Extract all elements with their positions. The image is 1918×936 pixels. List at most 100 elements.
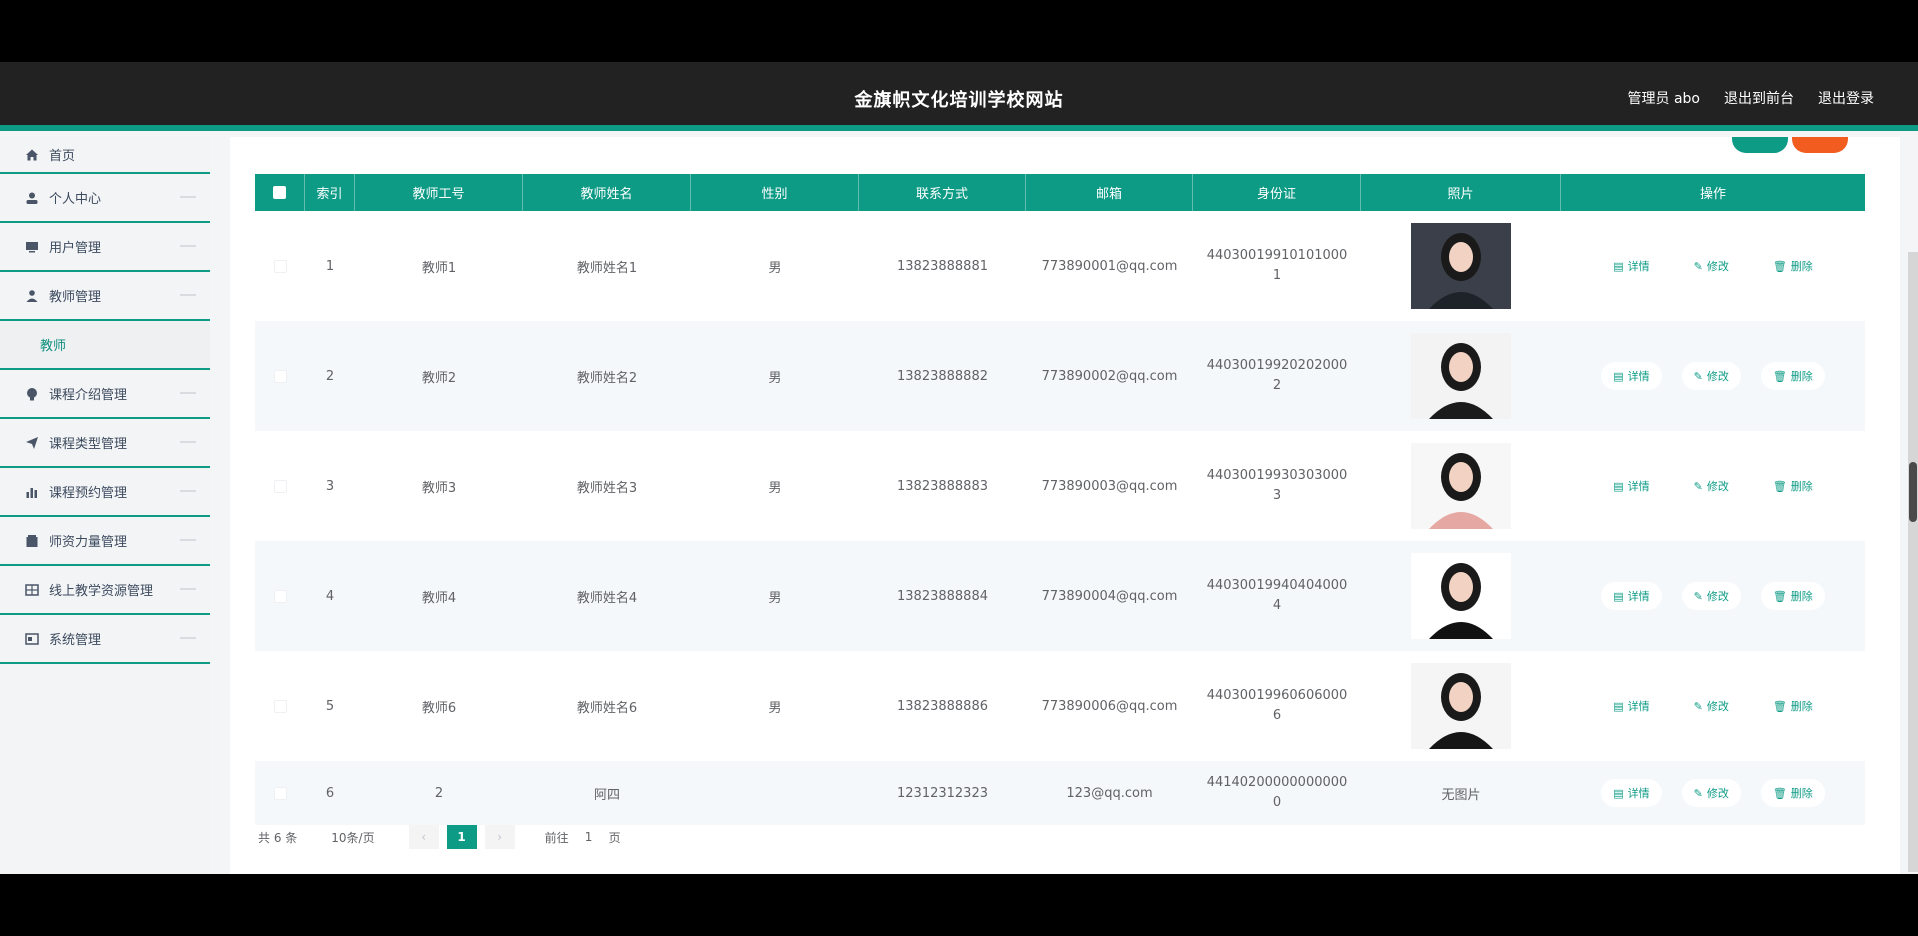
cell-photo bbox=[1361, 211, 1561, 321]
logout-link[interactable]: 退出登录 bbox=[1818, 88, 1874, 108]
sidebar-item-course-booking[interactable]: 课程预约管理 bbox=[0, 468, 210, 517]
header-index: 索引 bbox=[305, 174, 355, 211]
pager-current-page[interactable]: 1 bbox=[446, 825, 477, 849]
admin-label[interactable]: 管理员 abo bbox=[1628, 88, 1700, 108]
row-select[interactable] bbox=[255, 761, 305, 825]
checkbox[interactable] bbox=[273, 259, 287, 273]
delete-label: 删除 bbox=[1790, 260, 1813, 273]
scrollbar-thumb[interactable] bbox=[1909, 462, 1917, 522]
row-select[interactable] bbox=[255, 541, 305, 651]
sidebar-item-faculty[interactable]: 师资力量管理 bbox=[0, 517, 210, 566]
table-row: 5 教师6 教师姓名6 男 13823888886 773890006@qq.com 440… bbox=[255, 651, 1865, 761]
table-body: 1 教师1 教师姓名1 男 13823888881 773890001@qq.com 440… bbox=[255, 211, 1865, 825]
edit-button[interactable]: ✎ 修改 bbox=[1681, 582, 1741, 610]
checkbox[interactable] bbox=[273, 699, 287, 713]
delete-button[interactable]: 🗑 删除 bbox=[1760, 252, 1825, 280]
sidebar-item-teachers[interactable]: 教师管理 bbox=[0, 272, 210, 321]
checkbox[interactable] bbox=[273, 479, 287, 493]
sidebar-item-home[interactable]: 首页 bbox=[0, 137, 210, 174]
top-nav: 管理员 abo 退出到前台 退出登录 bbox=[1628, 88, 1874, 108]
edit-label: 修改 bbox=[1706, 480, 1729, 493]
row-select[interactable] bbox=[255, 211, 305, 321]
detail-button[interactable]: ▤ 详情 bbox=[1601, 472, 1662, 500]
cell-photo bbox=[1361, 651, 1561, 761]
cell-gender: 男 bbox=[768, 590, 782, 606]
cell-teacher-name: 教师姓名6 bbox=[576, 700, 638, 716]
detail-button[interactable]: ▤ 详情 bbox=[1601, 362, 1662, 390]
header-phone: 联系方式 bbox=[859, 174, 1026, 211]
to-front-link[interactable]: 退出到前台 bbox=[1724, 88, 1794, 108]
checkbox[interactable] bbox=[273, 369, 287, 383]
detail-icon: ▤ bbox=[1613, 479, 1624, 493]
edit-button[interactable]: ✎ 修改 bbox=[1681, 692, 1741, 720]
header-select-all[interactable] bbox=[255, 174, 305, 211]
detail-button[interactable]: ▤ 详情 bbox=[1601, 582, 1662, 610]
sidebar-item-users[interactable]: 用户管理 bbox=[0, 223, 210, 272]
edit-icon: ✎ bbox=[1693, 369, 1703, 383]
cell-photo bbox=[1361, 541, 1561, 651]
delete-label: 删除 bbox=[1790, 590, 1813, 603]
row-select[interactable] bbox=[255, 651, 305, 761]
pager-next-button[interactable]: › bbox=[484, 825, 515, 849]
detail-icon: ▤ bbox=[1613, 786, 1624, 800]
sidebar-item-online-resources[interactable]: 线上教学资源管理 bbox=[0, 566, 210, 615]
pager-page-unit: 页 bbox=[608, 830, 621, 845]
sidebar-item-course-type[interactable]: 课程类型管理 bbox=[0, 419, 210, 468]
pager-prev-button[interactable]: ‹ bbox=[408, 825, 439, 849]
cell-gender: 男 bbox=[768, 260, 782, 276]
delete-button[interactable]: 🗑 删除 bbox=[1760, 692, 1825, 720]
cell-actions: ▤ 详情 ✎ 修改 🗑 删除 bbox=[1561, 761, 1865, 825]
send-icon bbox=[24, 435, 39, 450]
trash-icon: 🗑 bbox=[1772, 699, 1787, 713]
sidebar-item-label: 首页 bbox=[49, 149, 76, 164]
detail-icon: ▤ bbox=[1613, 699, 1624, 713]
sidebar-item-profile[interactable]: 个人中心 bbox=[0, 174, 210, 223]
teacher-table: 索引 教师工号 教师姓名 性别 联系方式 邮箱 身份证 照片 操作 1 教师1 教师… bbox=[255, 174, 1865, 825]
detail-button[interactable]: ▤ 详情 bbox=[1601, 692, 1662, 720]
cell-id-card: 441402000000000000 bbox=[1206, 775, 1348, 810]
pager-size-select[interactable]: 10条/页 bbox=[325, 826, 380, 849]
detail-button[interactable]: ▤ 详情 bbox=[1601, 252, 1662, 280]
cell-teacher-no: 教师4 bbox=[421, 590, 457, 606]
page-scrollbar[interactable] bbox=[1908, 252, 1918, 872]
detail-icon: ▤ bbox=[1613, 589, 1624, 603]
checkbox[interactable] bbox=[273, 786, 287, 800]
sidebar-item-label: 课程介绍管理 bbox=[49, 388, 128, 403]
chevron-icon bbox=[180, 392, 196, 394]
checkbox[interactable] bbox=[273, 186, 286, 199]
cell-phone: 13823888882 bbox=[897, 368, 988, 384]
cell-teacher-name: 教师姓名4 bbox=[576, 590, 638, 606]
row-select[interactable] bbox=[255, 431, 305, 541]
chevron-icon bbox=[180, 490, 196, 492]
sidebar-item-label: 个人中心 bbox=[49, 192, 102, 207]
cell-id-card: 440300199606060006 bbox=[1206, 688, 1348, 723]
sidebar-item-label: 用户管理 bbox=[49, 241, 102, 256]
sidebar-item-label: 系统管理 bbox=[49, 633, 102, 648]
delete-button[interactable]: 🗑 删除 bbox=[1760, 472, 1825, 500]
pager-goto-input[interactable]: 1 bbox=[569, 830, 609, 844]
pager-total: 共 6 条 bbox=[258, 830, 298, 845]
edit-button[interactable]: ✎ 修改 bbox=[1681, 252, 1741, 280]
checkbox[interactable] bbox=[273, 589, 287, 603]
cell-photo: 无图片 bbox=[1361, 761, 1561, 825]
header-actions: 操作 bbox=[1699, 187, 1726, 202]
add-button[interactable] bbox=[1732, 137, 1788, 153]
sidebar-item-system[interactable]: 系统管理 bbox=[0, 615, 210, 664]
sidebar-item-course-intro[interactable]: 课程介绍管理 bbox=[0, 370, 210, 419]
trash-icon: 🗑 bbox=[1772, 259, 1787, 273]
delete-button[interactable]: 🗑 删除 bbox=[1760, 582, 1825, 610]
edit-button[interactable]: ✎ 修改 bbox=[1681, 779, 1741, 807]
edit-button[interactable]: ✎ 修改 bbox=[1681, 362, 1741, 390]
sidebar-subitem-teacher[interactable]: 教师 bbox=[0, 321, 210, 370]
detail-button[interactable]: ▤ 详情 bbox=[1601, 779, 1662, 807]
edit-button[interactable]: ✎ 修改 bbox=[1681, 472, 1741, 500]
delete-button[interactable]: 🗑 删除 bbox=[1760, 779, 1825, 807]
cell-photo bbox=[1361, 431, 1561, 541]
cell-phone: 12312312323 bbox=[897, 785, 988, 801]
delete-batch-button[interactable] bbox=[1792, 137, 1848, 153]
delete-button[interactable]: 🗑 删除 bbox=[1760, 362, 1825, 390]
teacher-photo bbox=[1411, 443, 1511, 529]
cell-teacher-name: 教师姓名3 bbox=[576, 480, 638, 496]
table-row: 1 教师1 教师姓名1 男 13823888881 773890001@qq.com 440… bbox=[255, 211, 1865, 321]
row-select[interactable] bbox=[255, 321, 305, 431]
